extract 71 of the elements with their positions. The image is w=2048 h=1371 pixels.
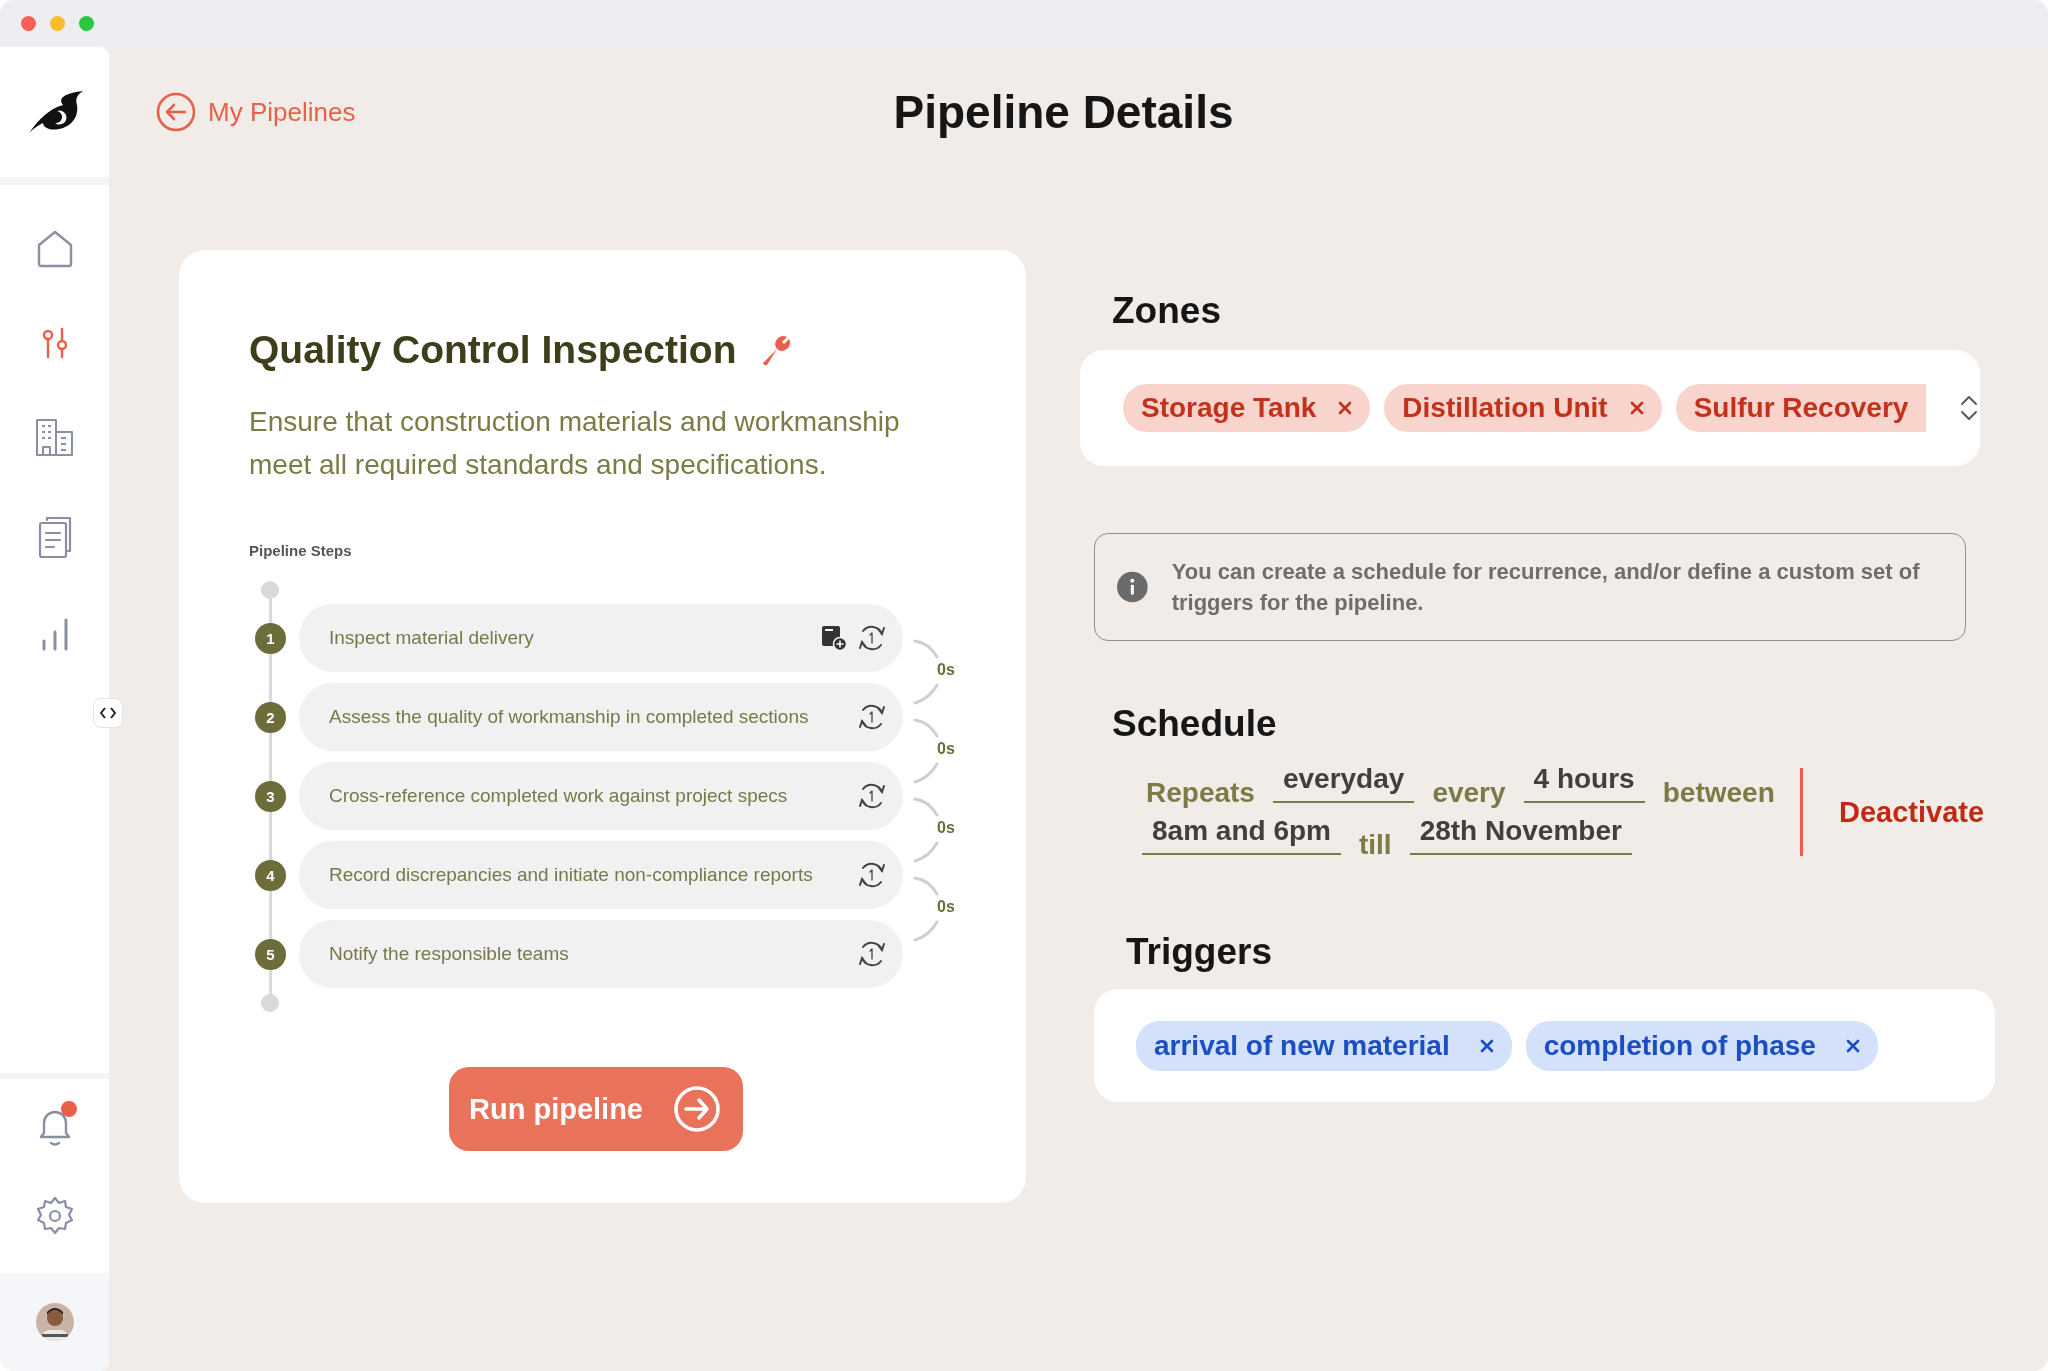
- step-number: 3: [255, 781, 286, 812]
- step-item[interactable]: Cross-reference completed work against project specs: [299, 762, 903, 830]
- eye-logo-icon: [26, 89, 83, 135]
- delay-label: 0s: [937, 819, 955, 837]
- step-item[interactable]: Assess the quality of workmanship in completed sections: [299, 683, 903, 751]
- repeat-icon[interactable]: [857, 623, 887, 653]
- step-text: Notify the responsible teams: [329, 943, 570, 965]
- documents-icon: [36, 515, 73, 559]
- nav-button[interactable]: [33, 417, 76, 457]
- close-icon[interactable]: [1845, 1038, 1860, 1053]
- section-heading: Zones: [1112, 290, 1222, 332]
- document-add-icon[interactable]: [821, 625, 847, 651]
- delay-label: 0s: [937, 898, 955, 916]
- zones-field[interactable]: Storage Tank Distillation Unit Sulfur Recovery: [1080, 350, 1980, 466]
- connector-drawing: [913, 797, 939, 863]
- trigger-label: completion of phase: [1543, 1029, 1816, 1062]
- close-icon[interactable]: [1338, 401, 1353, 415]
- zone-label: Sulfur Recovery: [1693, 392, 1909, 424]
- repeat-icon[interactable]: [857, 702, 887, 732]
- schedule-value-field[interactable]: 8am and 6pm: [1142, 815, 1341, 855]
- section-heading: Schedule: [1112, 703, 1278, 745]
- step-item[interactable]: Record discrepancies and initiate non-compliance reports: [299, 841, 903, 909]
- nav-button[interactable]: [35, 229, 74, 269]
- schedule-value-field[interactable]: 4 hours: [1523, 763, 1645, 803]
- info-text: You can create a schedule for recurrence, and/or define a custom set of triggers for the pipeline.: [1171, 558, 1921, 617]
- schedule-text: till: [1357, 829, 1393, 861]
- delay-label: 0s: [937, 740, 955, 758]
- schedule-value-field[interactable]: everyday: [1272, 763, 1415, 803]
- repeat-icon[interactable]: [857, 939, 887, 969]
- zone-label: Distillation Unit: [1402, 392, 1608, 424]
- step-item[interactable]: Inspect material delivery: [299, 604, 903, 672]
- step-number: 2: [255, 702, 286, 733]
- connector-drawing: [913, 876, 939, 942]
- nav-button[interactable]: [36, 515, 73, 559]
- schedule-text: between: [1661, 777, 1776, 809]
- step-number: 4: [255, 860, 286, 891]
- repeat-icon[interactable]: [857, 781, 887, 811]
- delay-label: 0s: [937, 661, 955, 679]
- zone-label: Storage Tank: [1141, 392, 1317, 424]
- step-text: Cross-reference completed work against project specs: [329, 785, 789, 807]
- step-text: Assess the quality of workmanship in completed sections: [329, 706, 810, 728]
- connector-drawing: [913, 639, 939, 705]
- page-title: Pipeline Details: [893, 86, 1235, 138]
- close-icon[interactable]: [1629, 401, 1644, 415]
- step-number: 5: [255, 939, 286, 970]
- step-text: Inspect material delivery: [329, 627, 535, 649]
- step-number: 1: [255, 623, 286, 654]
- schedule-text: Repeats: [1145, 777, 1256, 809]
- arrow-right-icon: [673, 1085, 721, 1133]
- trigger-label: arrival of new material: [1154, 1029, 1450, 1062]
- close-icon[interactable]: [1479, 1038, 1494, 1053]
- collapse-toggle[interactable]: [93, 698, 123, 728]
- close-window-button[interactable]: [21, 16, 36, 31]
- section-heading: Triggers: [1126, 931, 1273, 973]
- code-brackets-icon: [100, 707, 116, 719]
- run-pipeline-button[interactable]: Run pipeline: [449, 1067, 743, 1151]
- pipeline-description: Ensure that construction materials and workmanship meet all required standards and specifications.: [249, 405, 901, 482]
- chevron-up-down-icon[interactable]: [1960, 395, 1979, 421]
- connector-drawing: [913, 718, 939, 784]
- repeat-icon[interactable]: [857, 860, 887, 890]
- step-item[interactable]: Notify the responsible teams: [299, 920, 903, 988]
- schedule-text: every: [1431, 777, 1507, 809]
- pipeline-title: Quality Control Inspection: [249, 328, 737, 372]
- steps-label: Pipeline Steps: [249, 542, 353, 559]
- schedule-value-field[interactable]: 28th November: [1409, 815, 1632, 855]
- triggers-field[interactable]: arrival of new material completion of phase: [1094, 989, 1995, 1102]
- deactivate-button[interactable]: Deactivate: [1839, 795, 1985, 829]
- step-text: Record discrepancies and initiate non-compliance reports: [329, 864, 814, 886]
- back-link[interactable]: My Pipelines: [156, 92, 356, 132]
- buildings-icon: [33, 417, 76, 457]
- home-icon: [35, 229, 74, 269]
